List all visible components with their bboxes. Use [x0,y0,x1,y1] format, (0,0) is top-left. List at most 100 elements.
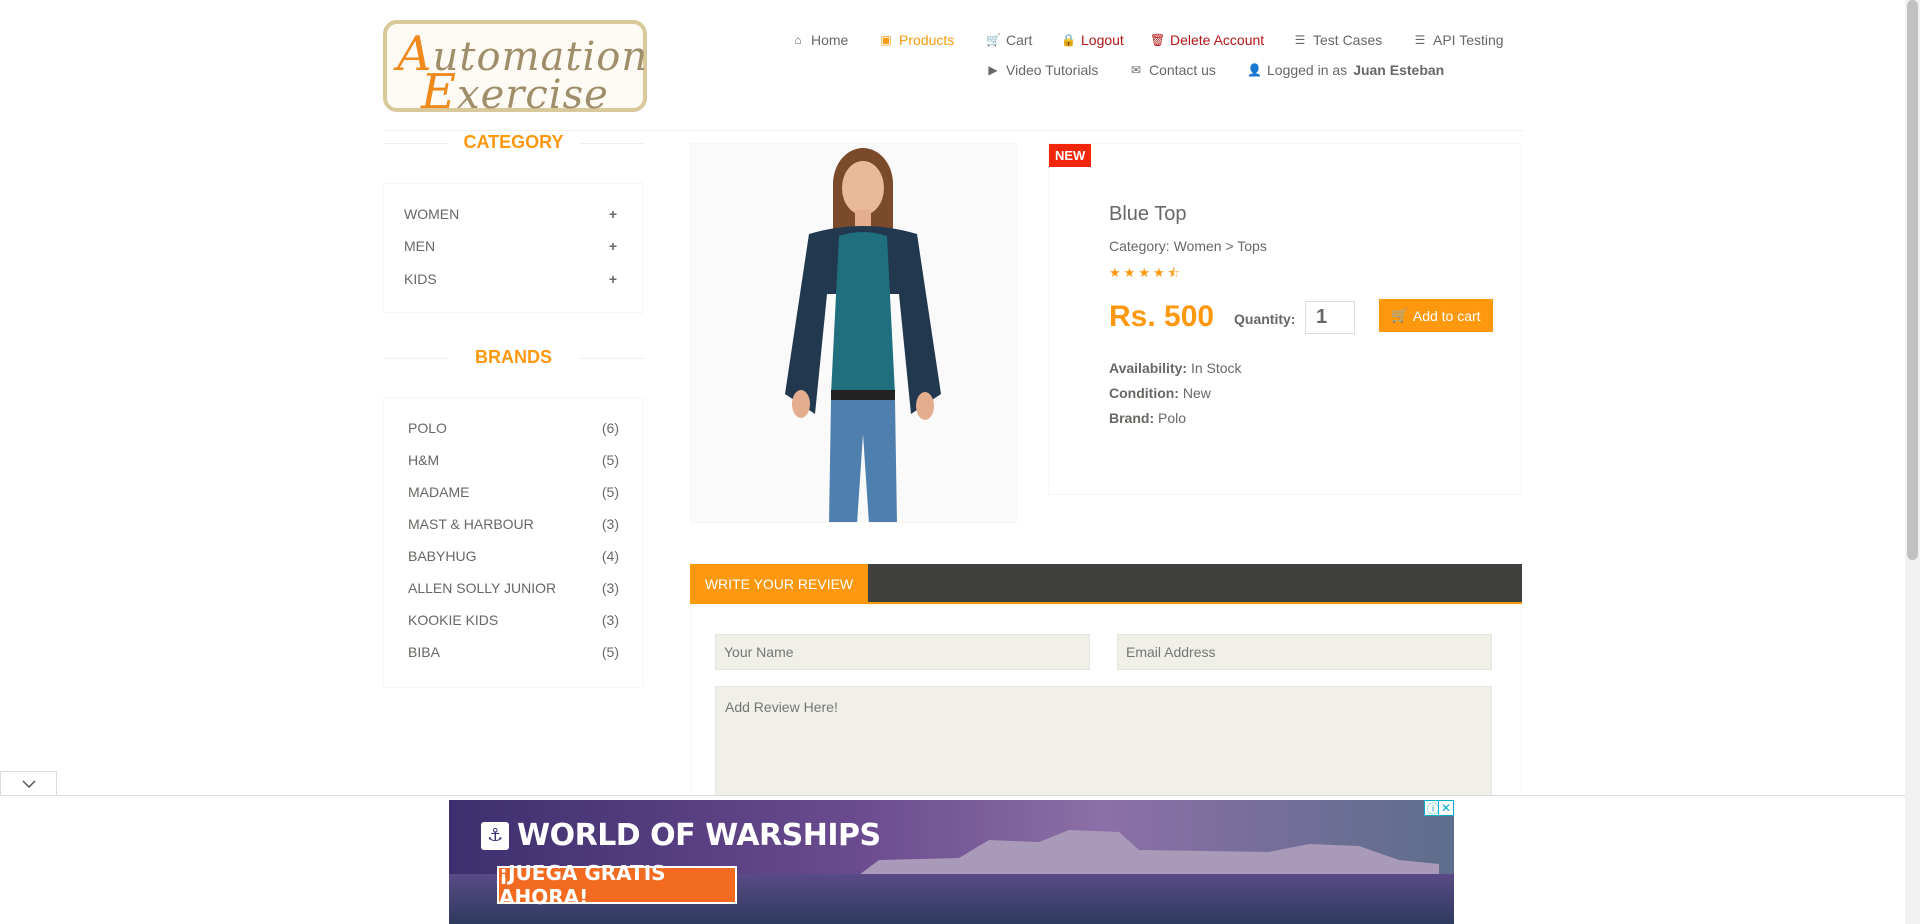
page-scrollbar[interactable] [1905,0,1920,924]
quantity-label: Quantity: [1234,311,1296,327]
nav-logged-in: 👤 Logged in as Juan Esteban [1247,62,1444,78]
brand-count: (3) [601,580,619,596]
product-category: Category: Women > Tops [1109,238,1267,254]
brands-panel: POLO (6) H&M (5) MADAME (5) MAST & HARBO… [383,397,644,688]
ad-collapse-toggle[interactable] [0,771,57,796]
star-icon: ★ [1109,265,1124,280]
chevron-down-icon [21,780,36,788]
brand-count: (3) [601,516,619,532]
brand-count: (6) [601,420,619,436]
category-title: CATEGORY [383,132,644,153]
plus-icon: + [608,206,617,222]
condition: Condition: New [1109,385,1211,401]
category-label: MEN [404,238,436,254]
brand-label: Brand: [1109,410,1155,426]
product-price: Rs. 500 [1109,300,1215,333]
user-icon: 👤 [1247,63,1262,77]
brand-label: H&M [408,452,440,468]
home-icon: ⌂ [794,33,802,47]
brand-value: Polo [1158,410,1187,426]
brand-count: (5) [601,644,619,660]
envelope-icon: ✉ [1130,63,1142,77]
nav-home[interactable]: ⌂ Home [791,32,848,48]
cart-icon: 🛒 [1391,307,1409,323]
brand-label: MAST & HARBOUR [408,516,534,532]
ad-cta-button[interactable]: ¡JUEGA GRATIS AHORA! [497,861,737,909]
review-email-input[interactable] [1117,634,1492,670]
brand-label: ALLEN SOLLY JUNIOR [408,580,557,596]
category-men[interactable]: MEN + [404,238,617,254]
availability: Availability: In Stock [1109,360,1242,376]
trash-icon: 🗑 [1150,33,1166,47]
brand-babyhug[interactable]: BABYHUG (4) [408,548,619,564]
brand-biba[interactable]: BIBA (5) [408,644,619,660]
category-women[interactable]: WOMEN + [404,206,617,222]
review-name-input[interactable] [715,634,1090,670]
add-to-cart-button[interactable]: 🛒 Add to cart [1379,299,1493,332]
nav-video-tutorials[interactable]: ▶ Video Tutorials [986,62,1098,78]
brand-label: KOOKIE KIDS [408,612,499,628]
nav-cart[interactable]: 🛒 Cart [986,32,1032,48]
tab-write-review[interactable]: WRITE YOUR REVIEW [690,564,868,604]
nav-products[interactable]: ▣ Products [879,32,954,48]
star-icon: ★ [1152,265,1168,280]
nav-test-cases-label: Test Cases [1313,32,1383,48]
review-textarea[interactable] [715,686,1492,796]
brand-count: (3) [601,612,619,628]
brand-label: MADAME [408,484,470,500]
brand-label: BABYHUG [408,548,477,564]
nav-contact-us-label: Contact us [1149,62,1216,78]
logged-in-user: Juan Esteban [1353,62,1445,78]
nav-logout-label: Logout [1081,32,1124,48]
nav-delete-account[interactable]: 🗑 Delete Account [1150,32,1264,48]
plus-icon: + [608,271,617,287]
category-panel: WOMEN + MEN + KIDS + [383,183,644,313]
brand-allen-solly-junior[interactable]: ALLEN SOLLY JUNIOR (3) [408,580,619,596]
ad-banner[interactable]: ⚓ WORLD OF WARSHIPS ¡JUEGA GRATIS AHORA!… [449,800,1454,924]
nav-logout[interactable]: 🔒 Logout [1061,32,1124,48]
star-half-icon: ⯪ [1167,265,1183,280]
list-icon: ☰ [1414,33,1426,47]
star-icon: ★ [1138,265,1153,280]
category-kids[interactable]: KIDS + [404,271,617,287]
logo-line-2: Exercise [421,64,609,120]
logged-in-label: Logged in as [1267,62,1348,78]
nav-test-cases[interactable]: ☰ Test Cases [1293,32,1383,48]
brands-title: BRANDS [383,347,644,368]
brand-hm[interactable]: H&M (5) [408,452,619,468]
nav-cart-label: Cart [1006,32,1033,48]
header-divider [383,130,1523,131]
product-title: Blue Top [1109,203,1187,225]
brand-polo[interactable]: POLO (6) [408,420,619,436]
condition-label: Condition: [1109,385,1179,401]
rating-stars: ★★★★⯪ [1109,264,1183,286]
plus-icon: + [608,238,617,254]
nav-api-testing[interactable]: ☰ API Testing [1413,32,1504,48]
new-badge: NEW [1049,144,1092,167]
brand: Brand: Polo [1109,410,1186,426]
youtube-icon: ▶ [988,63,998,77]
ad-close-icon[interactable]: ✕ [1438,800,1454,816]
site-logo[interactable]: Automation Exercise [383,20,647,120]
category-label: WOMEN [404,206,460,222]
brand-mast-harbour[interactable]: MAST & HARBOUR (3) [408,516,619,532]
add-to-cart-label: Add to cart [1412,307,1481,324]
nav-contact-us[interactable]: ✉ Contact us [1129,62,1216,78]
nav-delete-account-label: Delete Account [1170,32,1265,48]
brand-label: POLO [408,420,447,436]
scrollbar-thumb[interactable] [1907,0,1918,560]
brand-kookie-kids[interactable]: KOOKIE KIDS (3) [408,612,619,628]
nav-api-testing-label: API Testing [1433,32,1504,48]
list-icon: ☰ [1294,33,1306,47]
nav-products-label: Products [899,32,955,48]
brand-count: (5) [601,452,619,468]
brand-madame[interactable]: MADAME (5) [408,484,619,500]
availability-value: In Stock [1190,360,1242,376]
quantity-input[interactable] [1305,301,1355,334]
brand-label: BIBA [408,644,440,660]
star-icon: ★ [1123,265,1139,280]
product-image [690,143,1017,523]
condition-value: New [1182,385,1211,401]
lock-icon: 🔒 [1061,33,1076,47]
shopping-bag-icon: ▣ [880,33,892,47]
